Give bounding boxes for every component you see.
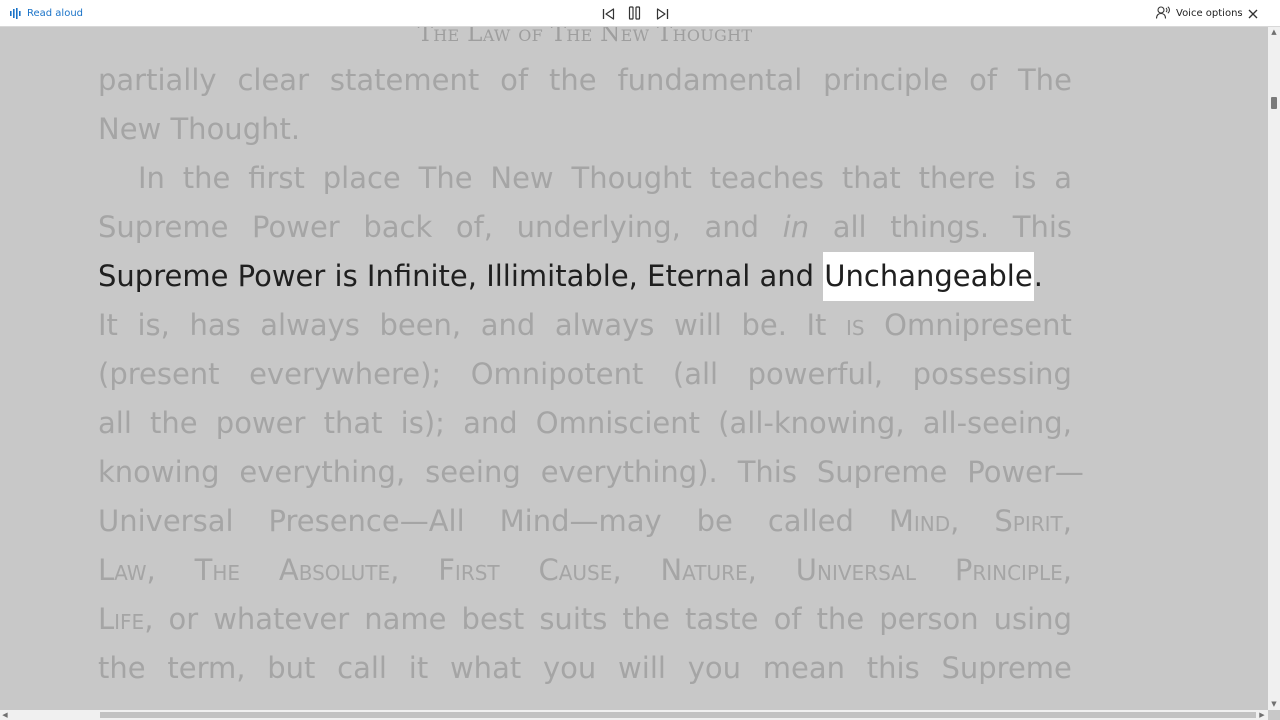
scroll-up-arrow-icon[interactable]: ▲ (1270, 28, 1278, 36)
previous-paragraph-button[interactable] (600, 6, 616, 22)
text-line: the term, but call it what you will you mean this S… (98, 651, 1072, 685)
scroll-left-arrow-icon[interactable]: ◀ (1, 711, 9, 719)
voice-options-label: Voice options (1176, 8, 1243, 19)
voice-options-button[interactable]: Voice options (1155, 5, 1243, 22)
text-line: all the power that is); and Omniscient (all-kno… (98, 406, 1072, 440)
text-line: Law, The Absolute, First Cause, Nature, Univer… (98, 553, 1072, 587)
highlighted-word: Unchangeable (823, 252, 1034, 301)
read-aloud-button[interactable]: Read aloud (10, 6, 83, 21)
text-line: partially clear statement of the fundamental p… (98, 63, 1072, 97)
horizontal-scrollbar[interactable]: ◀ ▶ (0, 710, 1268, 720)
text-line: In the first place The New Thought teaches that t… (138, 161, 1072, 195)
vertical-scrollbar[interactable]: ▲ ▼ (1268, 27, 1280, 710)
running-head: The Law of The New Thought (417, 27, 753, 47)
book-page: The Law of The New Thought partially clea… (0, 27, 1268, 710)
text-line: (present everywhere); Omnipotent (all powerf… (98, 357, 1072, 391)
current-sentence-text: Supreme Power is Infinite, Illimitable, … (98, 259, 815, 293)
close-icon (1248, 4, 1258, 23)
text-line: New Thought. (98, 112, 301, 146)
audio-waveform-icon (10, 8, 21, 19)
next-paragraph-button[interactable] (654, 6, 670, 22)
read-aloud-label: Read aloud (27, 8, 84, 19)
text-line: Supreme Power back of, underlying, and in all th… (98, 210, 1072, 244)
text-line: knowing everything, seeing everything). This… (98, 455, 1084, 489)
read-aloud-toolbar: Read aloud Voice options (0, 0, 1280, 27)
skip-previous-icon (602, 5, 615, 24)
vertical-scroll-thumb[interactable] (1271, 97, 1277, 109)
text-line: It is, has always been, and always will be. It is O… (98, 308, 1072, 342)
pause-button[interactable] (626, 5, 642, 24)
horizontal-scroll-thumb[interactable] (100, 712, 1256, 718)
current-reading-line: Supreme Power is Infinite, Illimitable, … (98, 252, 1072, 301)
voice-settings-icon (1155, 5, 1170, 22)
text-line: Life, or whatever name best suits the taste of th… (98, 602, 1072, 636)
text-line: Universal Presence—All Mind—may be called Min… (98, 504, 1072, 538)
pause-icon (628, 5, 641, 24)
scroll-right-arrow-icon[interactable]: ▶ (1258, 711, 1266, 719)
body-text: partially clear statement of the fundamental p… (98, 56, 1084, 693)
close-read-aloud-button[interactable] (1245, 6, 1260, 21)
scroll-down-arrow-icon[interactable]: ▼ (1270, 700, 1278, 708)
skip-next-icon (656, 5, 669, 24)
